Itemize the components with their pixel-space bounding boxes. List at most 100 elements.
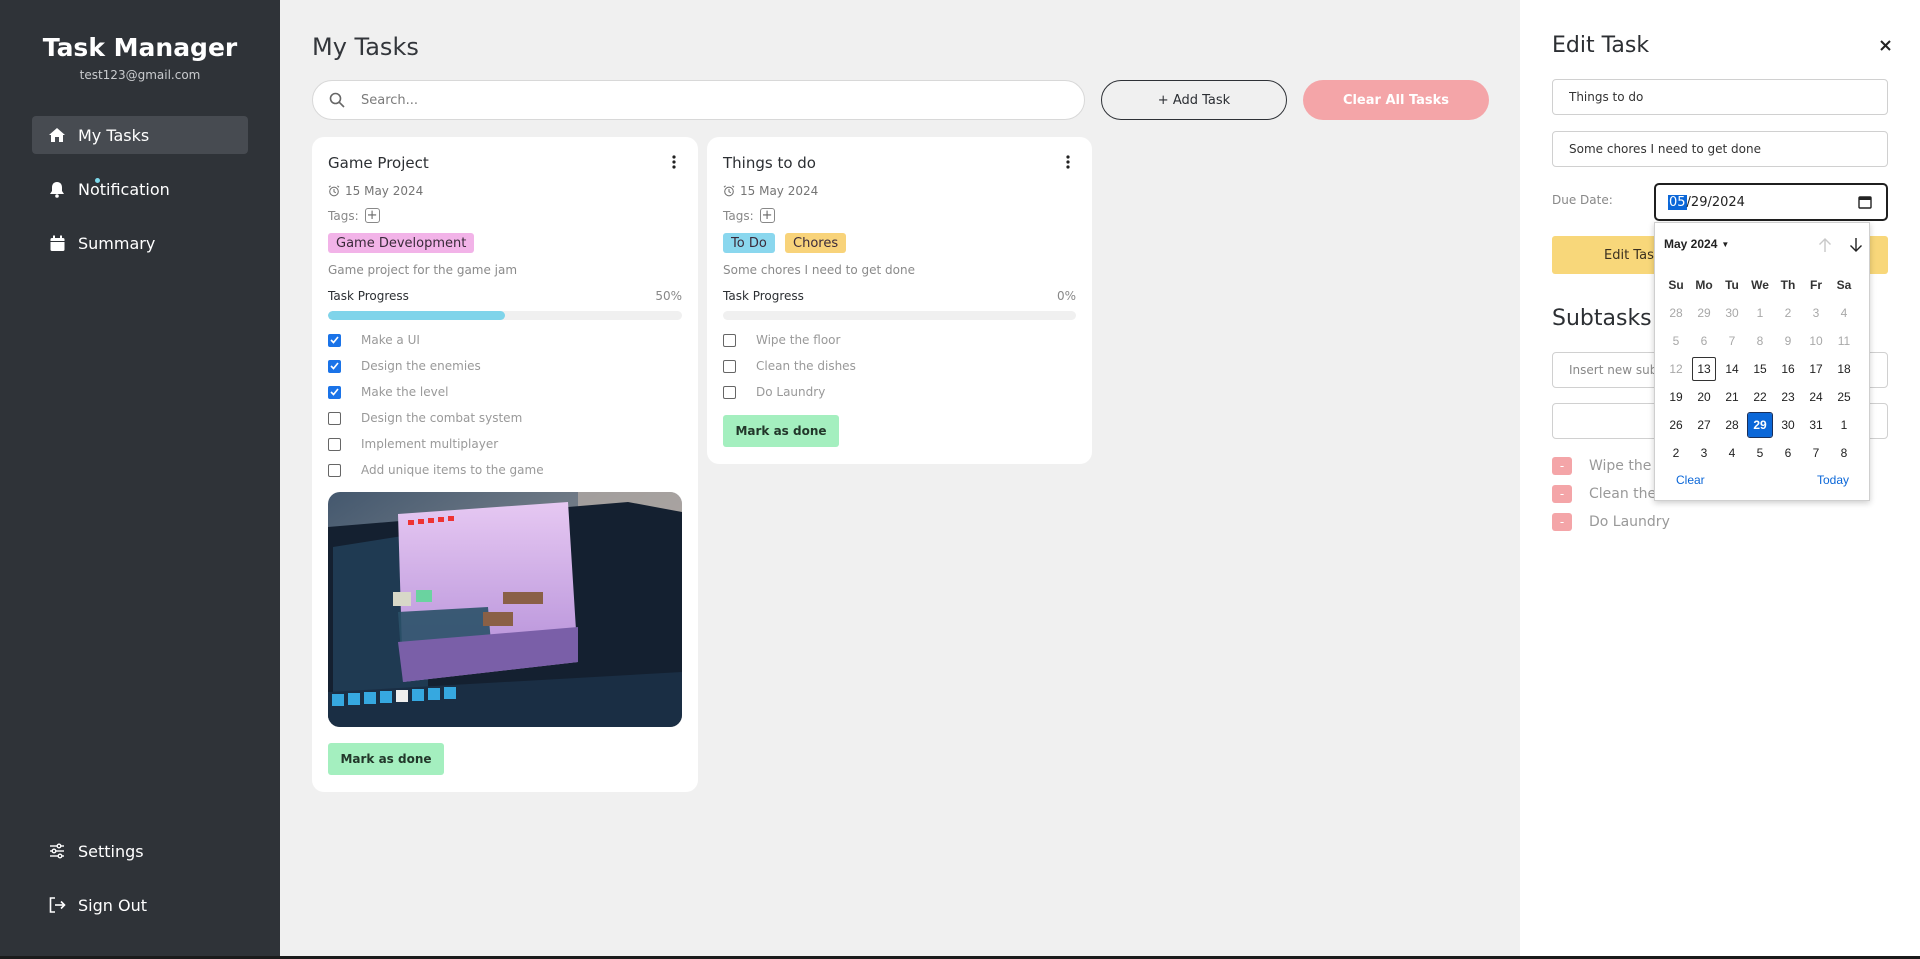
- subtask-label: Clean the dishes: [756, 359, 856, 373]
- calendar-day[interactable]: 9: [1774, 327, 1802, 355]
- remove-subtask-button[interactable]: -: [1552, 485, 1572, 503]
- calendar-day-today[interactable]: 13: [1692, 357, 1716, 381]
- add-tag-button[interactable]: +: [364, 208, 380, 223]
- weekday-header: Fr: [1810, 278, 1822, 292]
- calendar-day[interactable]: 6: [1690, 327, 1718, 355]
- tag-chip[interactable]: Game Development: [328, 233, 475, 253]
- subtask-checkbox[interactable]: [328, 385, 341, 399]
- calendar-day[interactable]: 14: [1718, 355, 1746, 383]
- add-task-button[interactable]: + Add Task: [1101, 80, 1287, 120]
- close-icon[interactable]: [1876, 36, 1894, 54]
- calendar-picker-icon[interactable]: [1858, 195, 1872, 209]
- calendar-day[interactable]: 2: [1662, 439, 1690, 467]
- sidebar-item-settings[interactable]: Settings: [32, 832, 248, 870]
- calendar-day[interactable]: 15: [1746, 355, 1774, 383]
- calendar-day-selected[interactable]: 29: [1747, 412, 1773, 438]
- calendar-day[interactable]: 18: [1830, 355, 1858, 383]
- task-card-game-project: Game Project 15 May 2024 Tags: + Game De…: [312, 137, 698, 792]
- edit-subtask-label: Do Laundry: [1589, 514, 1670, 530]
- month-year-selector[interactable]: May 2024 ▼: [1664, 237, 1729, 251]
- subtask-label: Do Laundry: [756, 385, 826, 399]
- calendar-day[interactable]: 21: [1718, 383, 1746, 411]
- calendar-day[interactable]: 23: [1774, 383, 1802, 411]
- calendar-day[interactable]: 11: [1830, 327, 1858, 355]
- calendar-day[interactable]: 8: [1830, 439, 1858, 467]
- calendar-day[interactable]: 19: [1662, 383, 1690, 411]
- task-date-text: 15 May 2024: [740, 184, 819, 198]
- caret-down-icon: ▼: [1721, 239, 1730, 249]
- calendar-day[interactable]: 5: [1746, 439, 1774, 467]
- subtask-checkbox[interactable]: [328, 463, 341, 477]
- search-box: [312, 80, 1085, 120]
- edit-panel-title: Edit Task: [1552, 33, 1650, 58]
- tag-chip[interactable]: To Do: [723, 233, 775, 253]
- more-options-icon[interactable]: [666, 151, 682, 173]
- due-date-month-segment[interactable]: 05: [1668, 194, 1687, 210]
- subtask-checkbox[interactable]: [328, 333, 341, 347]
- task-attachment-image: [328, 492, 682, 727]
- calendar-day[interactable]: 30: [1774, 411, 1802, 439]
- date-picker-popup: May 2024 ▼ Su Mo Tu We Th Fr Sa 28 29 30…: [1654, 222, 1870, 501]
- calendar-day[interactable]: 31: [1802, 411, 1830, 439]
- calendar-day[interactable]: 12: [1662, 355, 1690, 383]
- due-date-input[interactable]: 05/29/2024: [1654, 183, 1888, 221]
- sidebar-item-notification[interactable]: Notification: [32, 170, 248, 208]
- subtask-checkbox[interactable]: [723, 385, 736, 399]
- remove-subtask-button[interactable]: -: [1552, 513, 1572, 531]
- sidebar-item-summary[interactable]: Summary: [32, 224, 248, 262]
- clear-all-tasks-button[interactable]: Clear All Tasks: [1303, 80, 1489, 120]
- calendar-day[interactable]: 16: [1774, 355, 1802, 383]
- calendar-day[interactable]: 3: [1802, 299, 1830, 327]
- calendar-day[interactable]: 27: [1690, 411, 1718, 439]
- calendar-day[interactable]: 20: [1690, 383, 1718, 411]
- progress-percent: 50%: [655, 289, 682, 303]
- calendar-day[interactable]: 22: [1746, 383, 1774, 411]
- calendar-day[interactable]: 4: [1718, 439, 1746, 467]
- sidebar-item-label: Settings: [78, 841, 144, 861]
- task-date: 15 May 2024: [723, 184, 818, 198]
- previous-month-arrow-icon[interactable]: [1815, 235, 1835, 255]
- calendar-day[interactable]: 5: [1662, 327, 1690, 355]
- subtask-checkbox[interactable]: [328, 359, 341, 373]
- next-month-arrow-icon[interactable]: [1846, 235, 1866, 255]
- calendar-day[interactable]: 28: [1718, 411, 1746, 439]
- clear-date-link[interactable]: Clear: [1676, 473, 1705, 487]
- tag-chip[interactable]: Chores: [785, 233, 847, 253]
- calendar-day[interactable]: 26: [1662, 411, 1690, 439]
- calendar-day[interactable]: 4: [1830, 299, 1858, 327]
- calendar-day[interactable]: 8: [1746, 327, 1774, 355]
- task-title: Things to do: [723, 154, 816, 172]
- calendar-day[interactable]: 2: [1774, 299, 1802, 327]
- remove-subtask-button[interactable]: -: [1552, 457, 1572, 475]
- today-date-link[interactable]: Today: [1817, 473, 1849, 487]
- subtask-label: Design the combat system: [361, 411, 523, 425]
- subtask-item: Make a UI: [328, 333, 420, 347]
- calendar-day[interactable]: 30: [1718, 299, 1746, 327]
- calendar-day[interactable]: 6: [1774, 439, 1802, 467]
- calendar-day[interactable]: 25: [1830, 383, 1858, 411]
- calendar-day[interactable]: 28: [1662, 299, 1690, 327]
- more-options-icon[interactable]: [1060, 151, 1076, 173]
- subtask-checkbox[interactable]: [723, 333, 736, 347]
- sidebar-item-my-tasks[interactable]: My Tasks: [32, 116, 248, 154]
- calendar-day[interactable]: 10: [1802, 327, 1830, 355]
- calendar-day[interactable]: 1: [1830, 411, 1858, 439]
- calendar-day[interactable]: 17: [1802, 355, 1830, 383]
- subtask-checkbox[interactable]: [328, 411, 341, 425]
- calendar-day[interactable]: 7: [1718, 327, 1746, 355]
- task-description-input[interactable]: [1569, 142, 1887, 156]
- subtask-checkbox[interactable]: [723, 359, 736, 373]
- mark-as-done-button[interactable]: Mark as done: [328, 743, 444, 775]
- calendar-day[interactable]: 24: [1802, 383, 1830, 411]
- sidebar-item-sign-out[interactable]: Sign Out: [32, 886, 248, 924]
- calendar-day[interactable]: 1: [1746, 299, 1774, 327]
- calendar-day[interactable]: 3: [1690, 439, 1718, 467]
- subtask-checkbox[interactable]: [328, 437, 341, 451]
- mark-as-done-button[interactable]: Mark as done: [723, 415, 839, 447]
- calendar-day[interactable]: 7: [1802, 439, 1830, 467]
- sidebar-item-label: Notification: [78, 179, 170, 199]
- search-input[interactable]: [361, 92, 1061, 108]
- add-tag-button[interactable]: +: [759, 208, 775, 223]
- calendar-day[interactable]: 29: [1690, 299, 1718, 327]
- task-name-input[interactable]: [1569, 90, 1887, 104]
